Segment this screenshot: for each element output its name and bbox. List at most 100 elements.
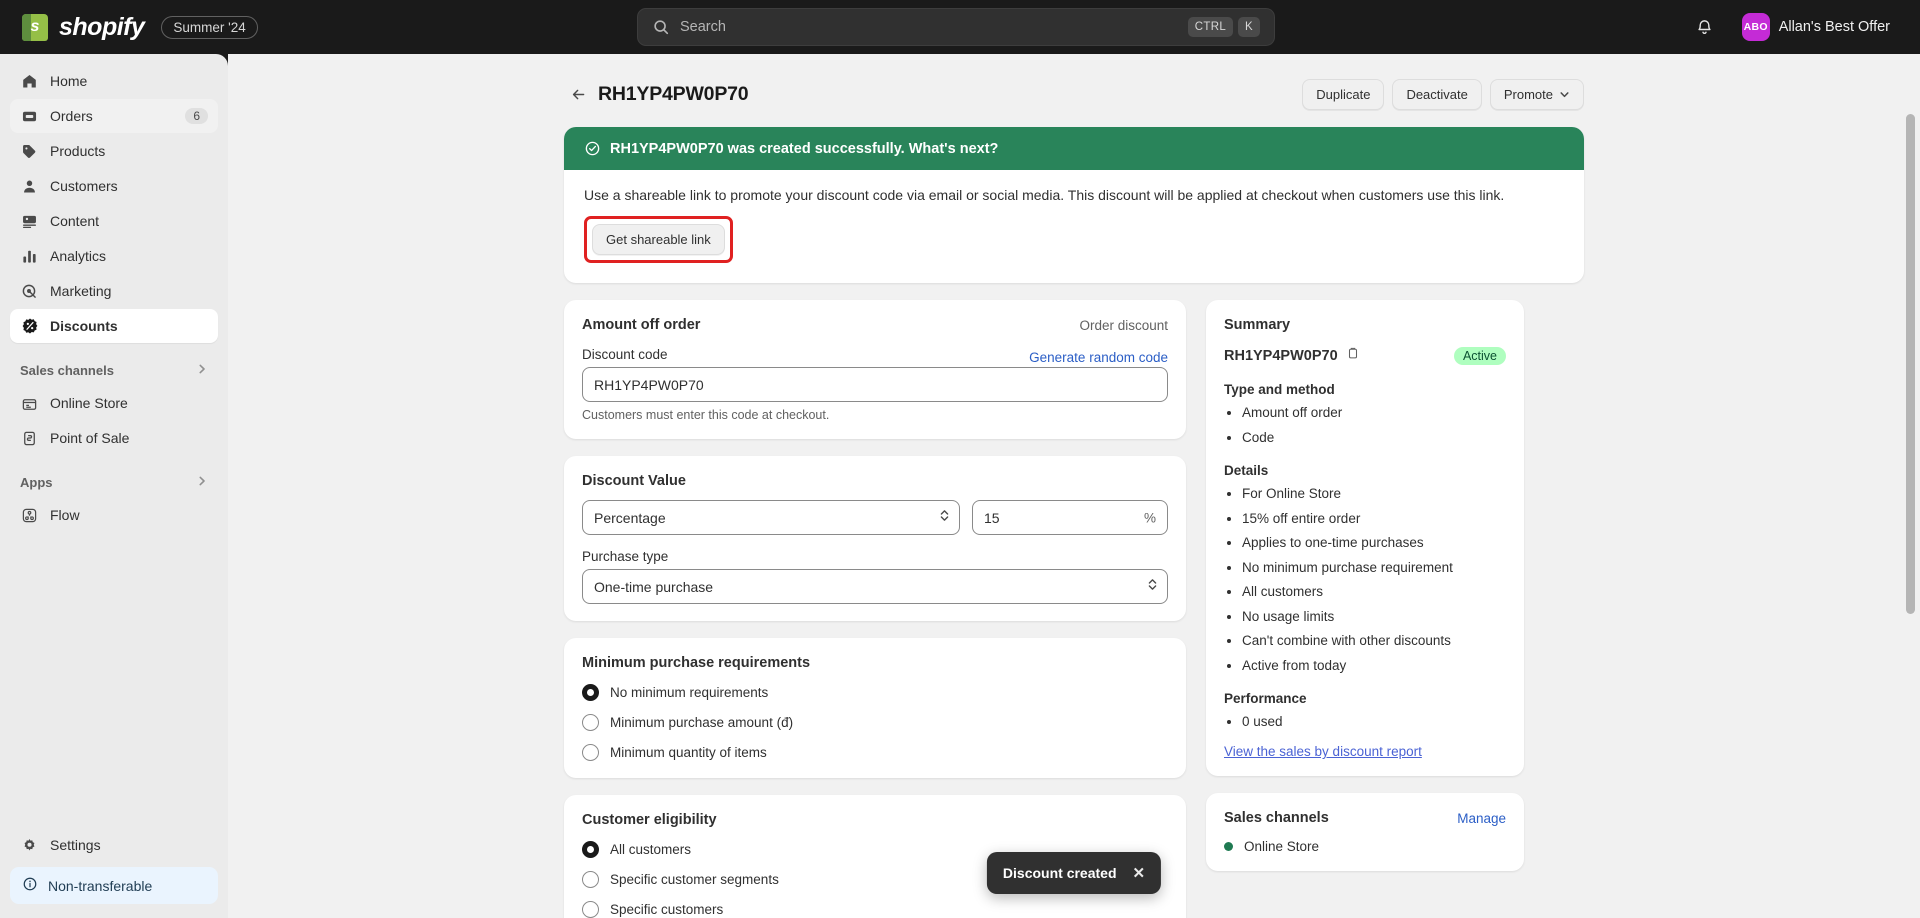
brand-name: shopify [59,13,144,42]
sidebar-item-label: Online Store [50,395,128,411]
gear-icon [20,836,39,855]
get-shareable-link-button[interactable]: Get shareable link [592,224,725,255]
sidebar-item-customers[interactable]: Customers [10,169,218,203]
back-button[interactable] [564,80,592,108]
sidebar-item-label: Flow [50,507,80,523]
manage-channels-link[interactable]: Manage [1457,811,1506,826]
discount-amount-wrap: % [972,500,1168,535]
sidebar-item-label: Orders [50,108,93,124]
sales-by-discount-report-link[interactable]: View the sales by discount report [1224,744,1506,759]
version-pill[interactable]: Summer '24 [161,16,257,39]
banner-heading-bar: RH1YP4PW0P70 was created successfully. W… [564,127,1584,170]
amount-off-order-card: Amount off order Order discount Discount… [564,300,1186,439]
radio-icon [582,714,599,731]
amount-card-type: Order discount [1079,318,1168,333]
shareable-link-highlight: Get shareable link [584,216,733,263]
details-list: For Online Store 15% off entire order Ap… [1242,485,1506,674]
page-scrollbar[interactable] [1906,114,1915,614]
discounts-icon [20,317,39,336]
sidebar-item-products[interactable]: Products [10,134,218,168]
page-columns: Amount off order Order discount Discount… [564,300,1584,918]
check-circle-icon [584,140,601,157]
generate-random-code-link[interactable]: Generate random code [1029,350,1168,365]
user-name: Allan's Best Offer [1779,19,1890,35]
online-store-icon [20,394,39,413]
radio-icon [582,841,599,858]
copy-icon[interactable] [1346,346,1360,365]
summary-card: Summary RH1YP4PW0P70 Active Type and met… [1206,300,1524,776]
brand-mark: s [31,19,40,35]
apps-header: Apps [20,475,53,490]
right-column: Summary RH1YP4PW0P70 Active Type and met… [1206,300,1524,888]
list-item: Applies to one-time purchases [1242,534,1506,552]
type-method-header: Type and method [1224,382,1506,397]
brand-logo[interactable]: s shopify Summer '24 [22,13,258,42]
radio-label: Minimum quantity of items [610,745,767,760]
radio-icon [582,684,599,701]
sidebar-item-analytics[interactable]: Analytics [10,239,218,273]
radio-label: Specific customers [610,902,723,917]
sidebar-item-orders[interactable]: Orders 6 [10,99,218,133]
home-icon [20,72,39,91]
discount-method-select-wrap [582,500,960,535]
sidebar-item-marketing[interactable]: Marketing [10,274,218,308]
duplicate-button[interactable]: Duplicate [1302,79,1384,110]
success-banner: RH1YP4PW0P70 was created successfully. W… [564,127,1584,283]
list-item: For Online Store [1242,485,1506,503]
sidebar-item-discounts[interactable]: Discounts [10,309,218,343]
top-bar: s shopify Summer '24 CTRL K ABO Allan's … [0,0,1920,54]
search-input[interactable] [680,19,1188,35]
notifications-button[interactable] [1688,10,1722,44]
close-icon[interactable]: ✕ [1133,864,1146,882]
sidebar-item-settings[interactable]: Settings [10,828,218,862]
purchase-type-select[interactable] [582,569,1168,604]
sidebar-item-home[interactable]: Home [10,64,218,98]
discount-value-fields: % [582,500,1168,535]
sidebar-main-nav: Home Orders 6 Products Customers [10,64,218,344]
discount-code-help: Customers must enter this code at checko… [582,408,1168,422]
summary-code-group: RH1YP4PW0P70 [1224,346,1360,365]
shortcut-ctrl: CTRL [1188,17,1233,37]
user-menu-button[interactable]: ABO Allan's Best Offer [1738,9,1900,45]
list-item: Can't combine with other discounts [1242,632,1506,650]
sidebar-item-label: Products [50,143,105,159]
sidebar-item-online-store[interactable]: Online Store [10,386,218,420]
discount-value-card: Discount Value % Purchase [564,456,1186,621]
search-bar[interactable]: CTRL K [637,8,1275,46]
deactivate-button[interactable]: Deactivate [1392,79,1481,110]
promote-label: Promote [1504,87,1553,102]
chevron-right-icon [196,363,208,378]
banner-heading: RH1YP4PW0P70 was created successfully. W… [610,141,998,157]
radio-icon [582,901,599,918]
radio-no-minimum[interactable]: No minimum requirements [582,684,1168,701]
sidebar-item-content[interactable]: Content [10,204,218,238]
summary-title: Summary [1224,317,1506,333]
discount-code-input[interactable] [582,367,1168,402]
orders-icon [20,107,39,126]
summary-code: RH1YP4PW0P70 [1224,348,1338,364]
page-actions: Duplicate Deactivate Promote [1302,79,1584,110]
list-item: Code [1242,429,1506,447]
radio-specific-customers[interactable]: Specific customers [582,901,1168,918]
bell-icon [1695,18,1714,37]
discount-method-select[interactable] [582,500,960,535]
sales-channel-label: Online Store [1244,839,1319,854]
sales-channels-header-row: Sales channels Manage [1224,810,1506,826]
non-transferable-label: Non-transferable [48,878,152,894]
sidebar-item-label: Customers [50,178,118,194]
promote-button[interactable]: Promote [1490,79,1584,110]
radio-minimum-quantity[interactable]: Minimum quantity of items [582,744,1168,761]
radio-label: All customers [610,842,691,857]
discount-amount-input[interactable] [972,500,1168,535]
sidebar-section-apps[interactable]: Apps [10,470,218,494]
sidebar-item-point-of-sale[interactable]: Point of Sale [10,421,218,455]
sidebar-section-sales-channels[interactable]: Sales channels [10,358,218,382]
list-item: Active from today [1242,657,1506,675]
flow-icon [20,506,39,525]
sidebar-item-flow[interactable]: Flow [10,498,218,532]
discount-code-label: Discount code [582,347,668,362]
point-of-sale-icon [20,429,39,448]
sales-channels-header: Sales channels [20,363,114,378]
sidebar-item-label: Home [50,73,87,89]
radio-minimum-amount[interactable]: Minimum purchase amount (đ) [582,714,1168,731]
